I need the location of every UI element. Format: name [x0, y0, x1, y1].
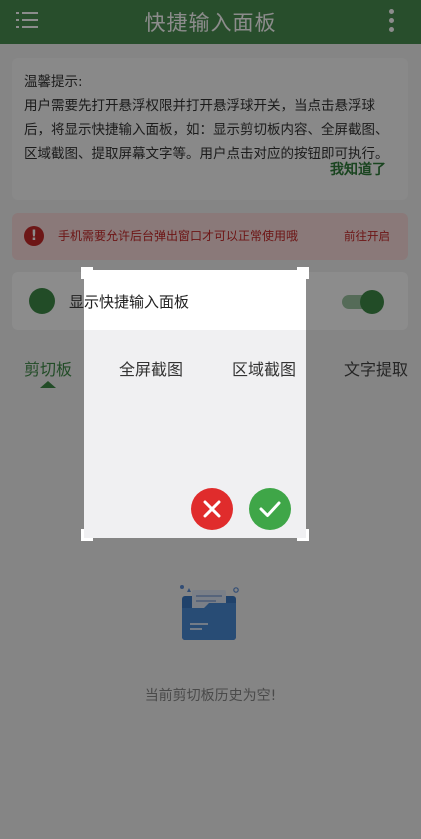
- app-root: 快捷输入面板 温馨提示: 用户需要先打开悬浮权限并打开悬浮球开关，当点击悬浮球后…: [0, 0, 421, 839]
- quick-input-panel: 显示快捷输入面板 全屏截图 区域截图: [69, 267, 309, 541]
- panel-header: 显示快捷输入面板: [69, 270, 306, 330]
- panel-title: 显示快捷输入面板: [69, 293, 190, 311]
- crop-corner-top-left[interactable]: [81, 267, 93, 279]
- close-icon: [203, 500, 221, 518]
- crop-corner-bottom-left[interactable]: [81, 529, 93, 541]
- fullscreen-capture-option[interactable]: 全屏截图: [119, 356, 183, 380]
- confirm-button[interactable]: [249, 488, 291, 530]
- region-capture-option[interactable]: 区域截图: [232, 356, 296, 380]
- crop-corner-bottom-right[interactable]: [297, 529, 309, 541]
- check-icon: [259, 501, 281, 517]
- crop-corner-top-right[interactable]: [297, 267, 309, 279]
- cancel-button[interactable]: [191, 488, 233, 530]
